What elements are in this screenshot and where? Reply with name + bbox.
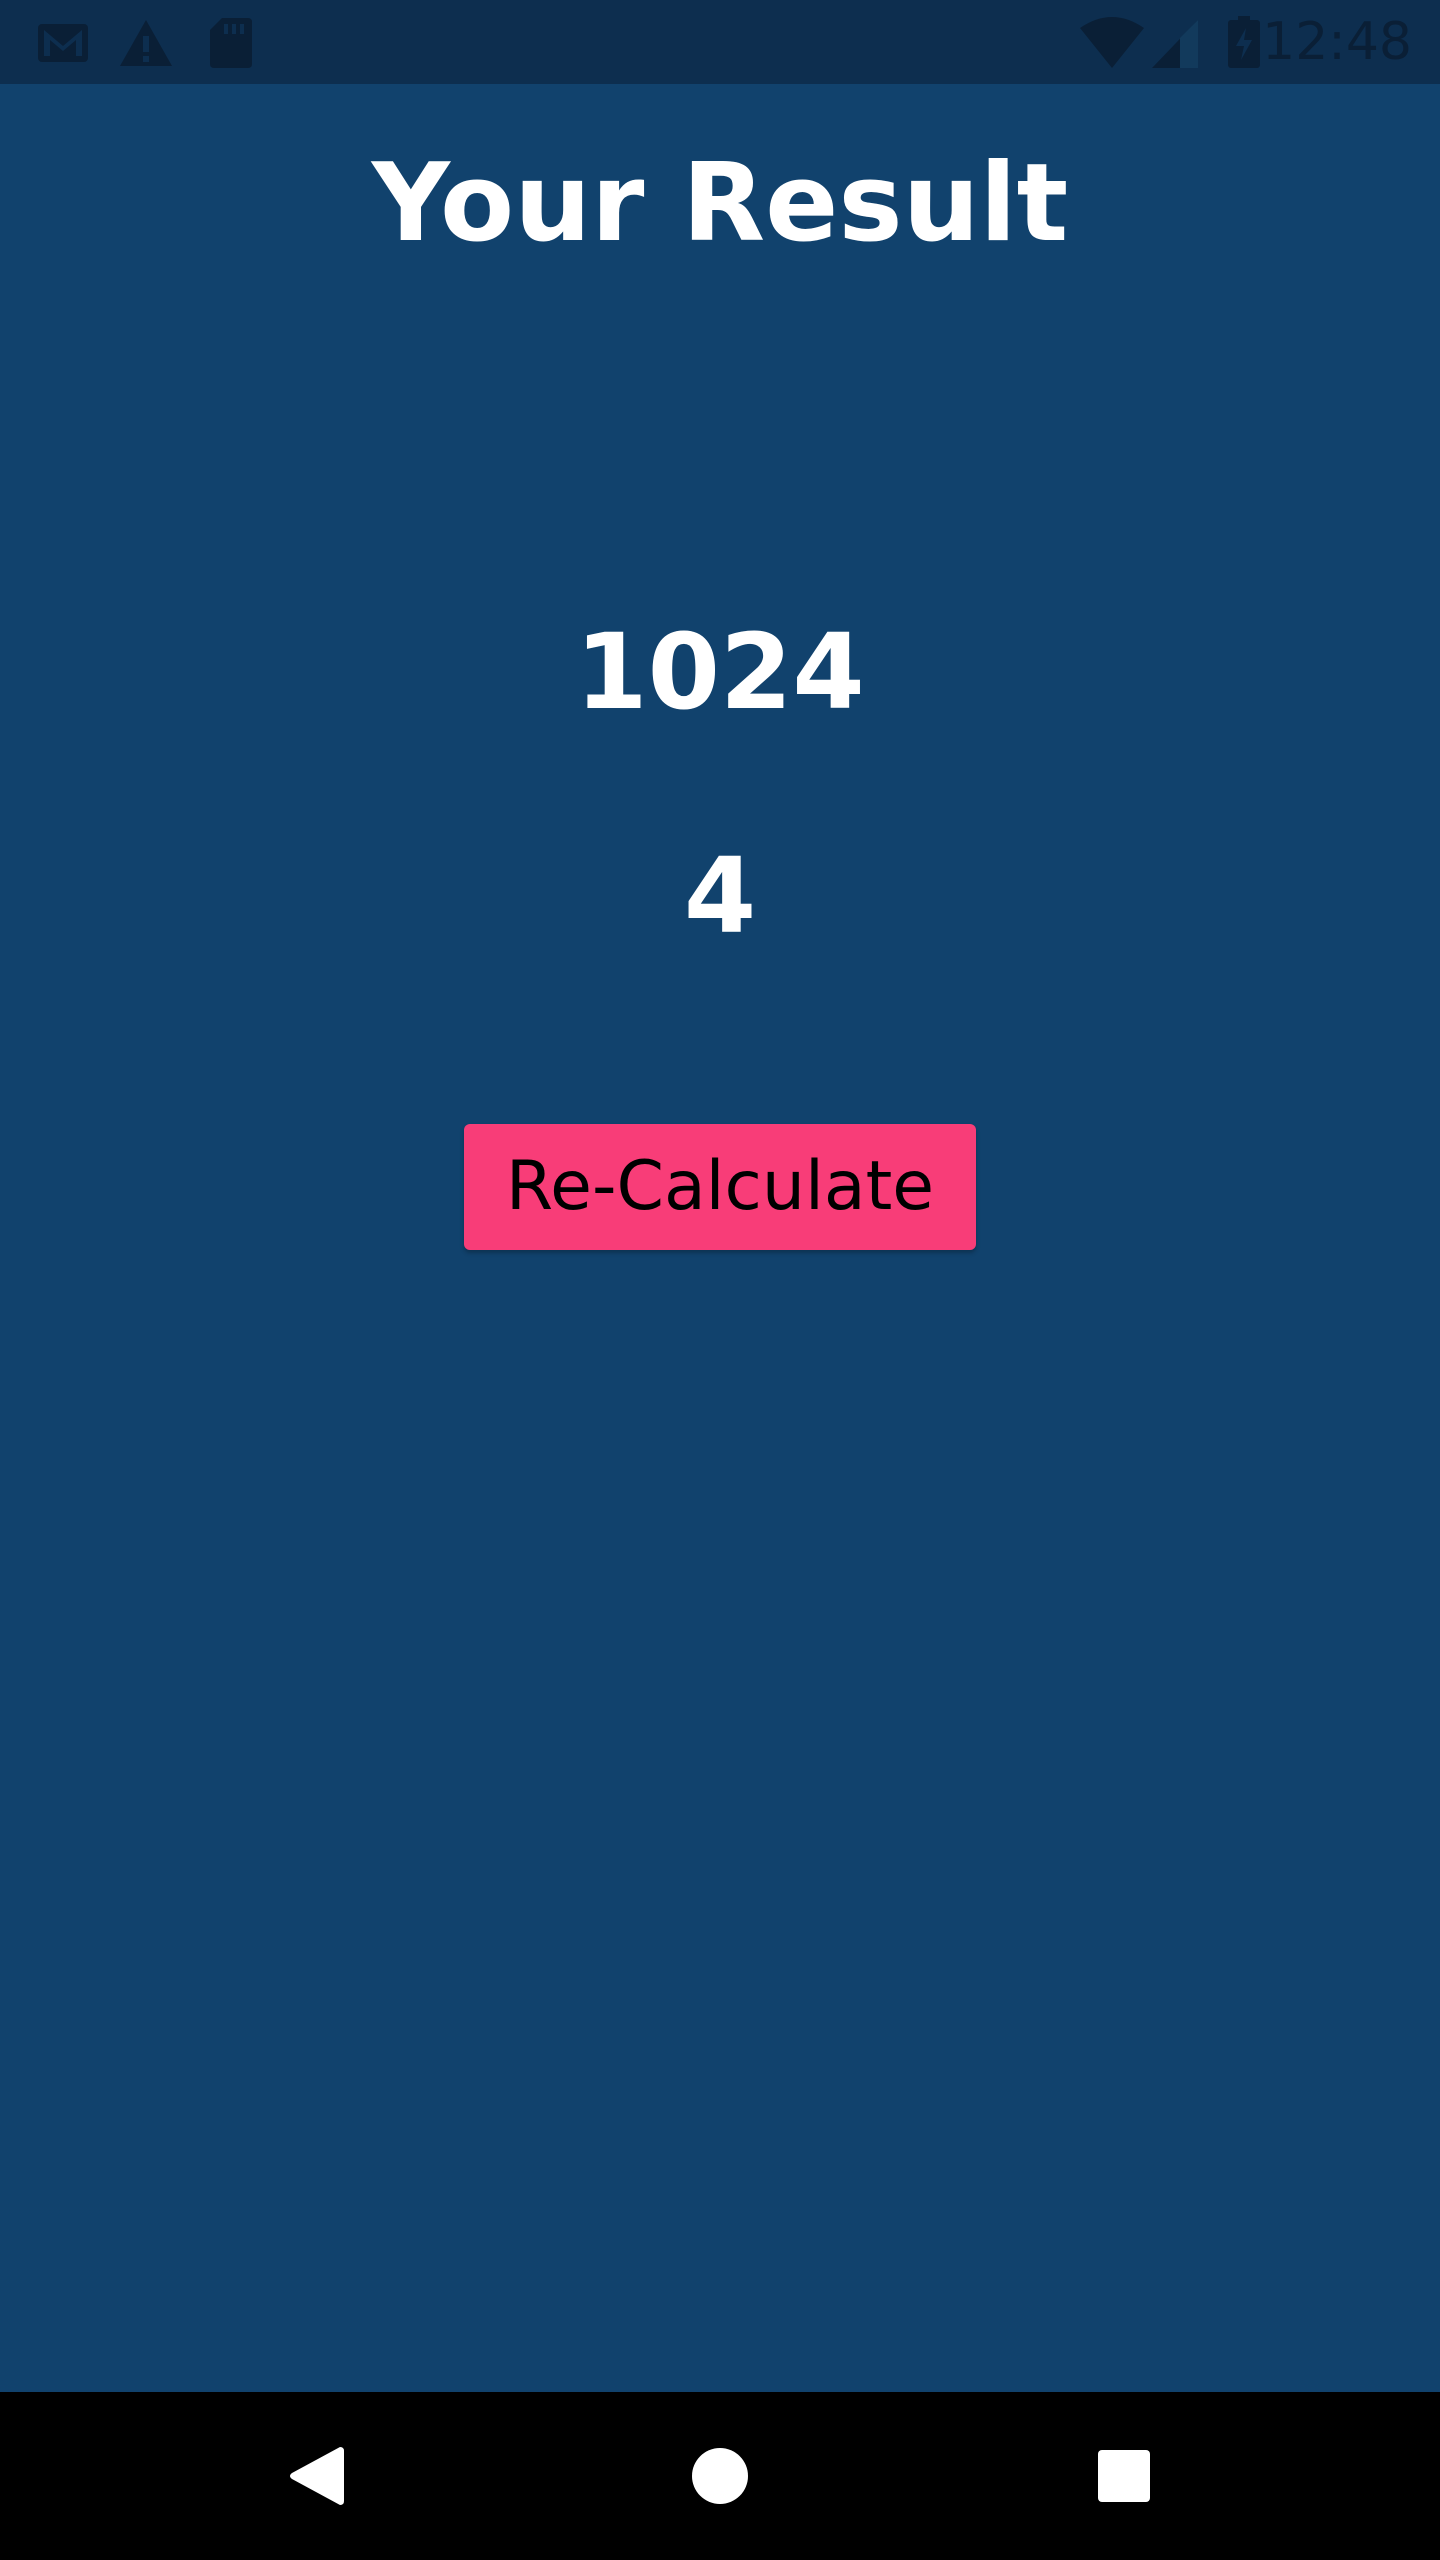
wifi-icon [1078,14,1146,70]
warning-icon [118,14,174,70]
result-secondary-value: 4 [683,835,757,957]
navigation-bar [0,2392,1440,2560]
result-primary-value: 1024 [575,611,865,733]
app-screen: 12:48 Your Result 1024 4 Re-Calculate [0,0,1440,2560]
recents-icon[interactable] [1074,2426,1174,2526]
back-icon[interactable] [266,2426,366,2526]
sd-card-icon [208,14,254,70]
home-icon[interactable] [670,2426,770,2526]
recalculate-button[interactable]: Re-Calculate [464,1124,976,1250]
page-title: Your Result [371,141,1069,266]
status-time: 12:48 [1262,12,1412,72]
result-content: Your Result 1024 4 Re-Calculate [0,84,1440,2392]
status-bar: 12:48 [0,0,1440,84]
cellular-signal-icon [1150,14,1200,70]
battery-charging-icon [1226,14,1262,70]
gmail-icon [36,14,90,70]
